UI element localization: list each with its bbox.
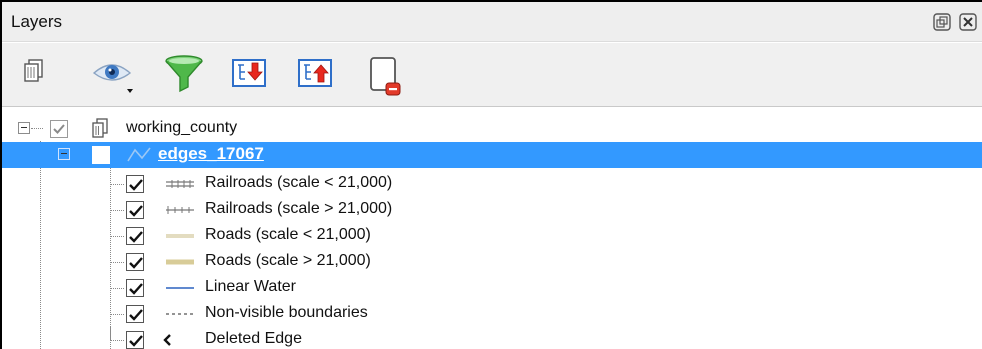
legend-item-checkbox[interactable] xyxy=(126,175,144,193)
legend-item-label: Roads (scale > 21,000) xyxy=(205,252,371,269)
railroad-ticks-icon xyxy=(164,202,196,218)
expand-all-button[interactable] xyxy=(228,53,274,95)
road-light-icon xyxy=(164,228,196,244)
panel-titlebar: Layers xyxy=(2,2,982,42)
legend-item-checkbox[interactable] xyxy=(126,201,144,219)
expand-all-icon xyxy=(228,53,274,95)
close-icon[interactable] xyxy=(958,13,978,33)
restore-icon[interactable] xyxy=(932,13,952,33)
railroad-double-icon xyxy=(164,176,196,192)
legend-item-checkbox[interactable] xyxy=(126,253,144,271)
legend-item[interactable]: Deleted Edge xyxy=(2,327,982,349)
tree-guide-line xyxy=(110,314,124,315)
road-tan-icon xyxy=(164,254,196,270)
legend-item[interactable]: Roads (scale > 21,000) xyxy=(2,249,982,275)
legend-item-checkbox[interactable] xyxy=(126,305,144,323)
tree-guide-line xyxy=(110,184,124,185)
legend-item-label: Railroads (scale < 21,000) xyxy=(205,174,393,191)
layers-toolbar xyxy=(2,43,982,107)
legend-item[interactable]: Roads (scale < 21,000) xyxy=(2,223,982,249)
layer-tree: working_county edges_17067 Railroads (sc… xyxy=(2,108,982,349)
legend-item[interactable]: Linear Water xyxy=(2,275,982,301)
layer-label: edges_17067 xyxy=(158,144,264,163)
legend-item[interactable]: Railroads (scale > 21,000) xyxy=(2,197,982,223)
tree-guide-line xyxy=(110,288,124,289)
tree-guide-line xyxy=(110,340,124,341)
legend-item-label: Non-visible boundaries xyxy=(205,304,368,321)
add-group-button[interactable] xyxy=(14,53,60,95)
panel-title: Layers xyxy=(11,12,63,31)
remove-layer-icon xyxy=(362,53,408,99)
layer-visibility-checkbox[interactable] xyxy=(92,146,110,164)
legend-item-label: Deleted Edge xyxy=(205,330,302,347)
tree-row-layer[interactable]: edges_17067 xyxy=(2,142,982,168)
dashed-line-icon xyxy=(164,306,196,322)
line-layer-icon xyxy=(126,146,152,169)
remove-layer-button[interactable] xyxy=(362,53,408,96)
collapse-group-toggle[interactable] xyxy=(18,122,30,134)
tree-guide-line xyxy=(110,236,124,237)
tree-row-group[interactable]: working_county xyxy=(2,116,982,142)
tree-guide-line xyxy=(110,210,124,211)
legend-item-label: Railroads (scale > 21,000) xyxy=(205,200,393,217)
legend-item[interactable]: Non-visible boundaries xyxy=(2,301,982,327)
manage-visibility-button[interactable] xyxy=(88,53,144,95)
tree-guide-line xyxy=(31,128,43,129)
collapse-all-icon xyxy=(294,53,340,95)
funnel-icon xyxy=(162,53,208,95)
tree-guide-line xyxy=(110,327,111,340)
layers-panel: Layers working_county edges_17067 Railro… xyxy=(0,0,982,349)
legend-item-checkbox[interactable] xyxy=(126,279,144,297)
legend-item[interactable]: Railroads (scale < 21,000) xyxy=(2,171,982,197)
collapse-layer-toggle[interactable] xyxy=(58,148,70,160)
tree-guide-line xyxy=(110,262,124,263)
legend-item-label: Roads (scale < 21,000) xyxy=(205,226,371,243)
legend-item-label: Linear Water xyxy=(205,278,296,295)
layer-group-icon xyxy=(14,53,60,93)
chevron-left-icon xyxy=(162,332,194,348)
collapse-all-button[interactable] xyxy=(294,53,340,95)
group-label: working_county xyxy=(126,119,238,136)
legend-item-checkbox[interactable] xyxy=(126,227,144,245)
water-line-icon xyxy=(164,280,196,296)
group-visibility-checkbox[interactable] xyxy=(50,120,68,138)
filter-legend-button[interactable] xyxy=(162,53,208,95)
eye-icon xyxy=(88,53,144,97)
legend-item-checkbox[interactable] xyxy=(126,331,144,349)
